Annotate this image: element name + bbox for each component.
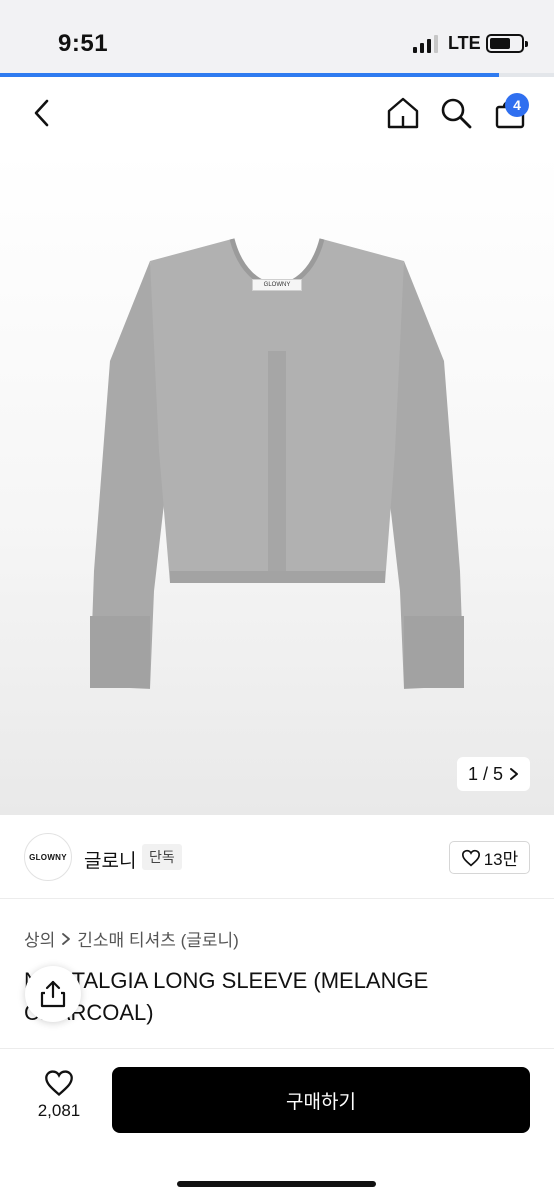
search-icon [441, 98, 472, 129]
heart-icon [45, 1070, 73, 1096]
share-icon [40, 980, 66, 1008]
breadcrumb-category[interactable]: 상의 [24, 926, 55, 951]
home-icon [387, 97, 419, 129]
breadcrumb-subcategory[interactable]: 긴소매 티셔츠 (글로니) [77, 926, 239, 951]
status-bar: 9:51 LTE [0, 0, 554, 74]
home-button[interactable] [381, 91, 425, 135]
heart-icon [461, 849, 480, 866]
garment-illustration [90, 238, 464, 689]
brand-like-count: 13만 [483, 850, 519, 869]
share-button[interactable] [25, 966, 81, 1022]
network-label: LTE [448, 33, 481, 53]
search-button[interactable] [434, 91, 478, 135]
brand-like-button[interactable]: 13만 [449, 841, 530, 874]
product-title: NOSTALGIA LONG SLEEVE (MELANGE CHARCOAL) [24, 968, 429, 1025]
chevron-right-icon [62, 932, 71, 945]
brand-name[interactable]: 글로니 [84, 846, 136, 873]
image-counter-text: 1 / 5 [467, 763, 504, 784]
back-button[interactable] [20, 91, 64, 135]
chevron-right-icon [510, 768, 519, 780]
brand-row: GLOWNY 글로니 단독 13만 [0, 815, 554, 899]
home-indicator [177, 1181, 376, 1187]
signal-icon [413, 35, 439, 53]
breadcrumb: 상의 긴소매 티셔츠 (글로니) [24, 926, 239, 951]
chevron-left-icon [34, 99, 49, 127]
buy-button[interactable]: 구매하기 [112, 1067, 530, 1133]
exclusive-tag: 단독 [142, 844, 182, 870]
wishlist-count: 2,081 [37, 1101, 81, 1120]
garment-label: GLOWNY [252, 279, 302, 291]
cart-count-badge: 4 [505, 93, 529, 117]
product-image[interactable]: GLOWNY [0, 151, 554, 815]
bottom-action-bar: 2,081 구매하기 [0, 1048, 554, 1200]
brand-logo[interactable]: GLOWNY [24, 833, 72, 881]
battery-icon [486, 34, 528, 53]
image-counter[interactable]: 1 / 5 [457, 757, 530, 791]
top-nav-bar [0, 77, 554, 151]
wishlist-button[interactable]: 2,081 [26, 1069, 92, 1131]
status-time: 9:51 [58, 30, 109, 57]
